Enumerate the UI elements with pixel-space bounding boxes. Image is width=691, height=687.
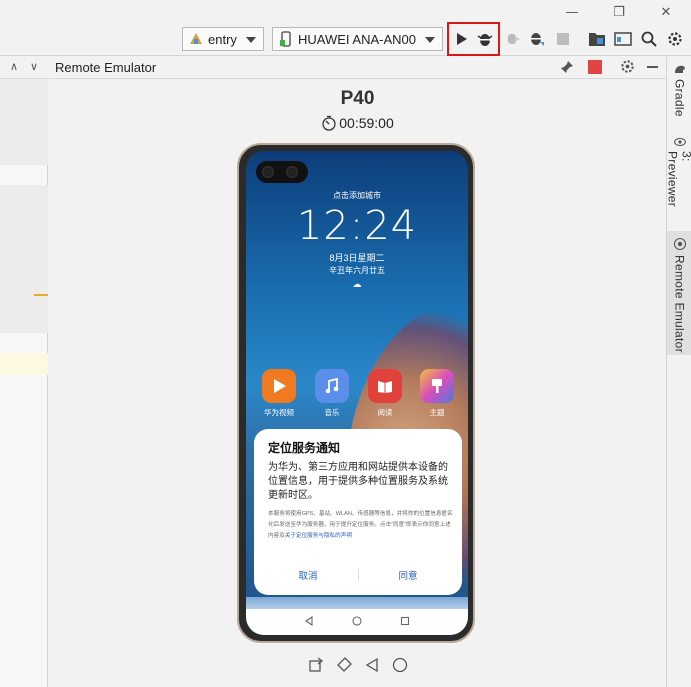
timer-value: 00:59:00 — [339, 115, 394, 131]
agree-button[interactable]: 同意 — [358, 568, 458, 582]
eye-icon — [673, 137, 686, 147]
chevron-down-icon — [425, 37, 435, 43]
tab-remote-emulator[interactable]: Remote Emulator — [667, 231, 691, 355]
highlighted-line — [0, 353, 48, 375]
remote-emulator-icon — [673, 237, 686, 251]
profile-button[interactable] — [526, 28, 548, 50]
device-selector-label: HUAWEI ANA-AN00 — [298, 31, 416, 47]
back-icon[interactable] — [364, 657, 380, 673]
location-service-dialog: 定位服务通知 为华为、第三方应用和网站提供本设备的位置信息，用于提供多种位置服务… — [254, 429, 462, 595]
chevron-down-icon[interactable]: ∨ — [30, 60, 38, 73]
timer-icon — [322, 115, 336, 131]
editor-block — [0, 79, 48, 165]
panel-title: Remote Emulator — [55, 60, 157, 75]
tab-previewer[interactable]: 3: Previewer — [665, 137, 691, 221]
settings-icon — [668, 32, 682, 46]
rotate-icon[interactable] — [308, 657, 324, 673]
module-selector-label: entry — [208, 31, 237, 47]
close-window-button[interactable]: ✕ — [646, 0, 686, 24]
eraser-icon[interactable] — [336, 657, 352, 673]
app-huawei-video[interactable] — [262, 369, 296, 403]
nav-recents-icon[interactable] — [400, 616, 410, 629]
device-selector[interactable]: HUAWEI ANA-AN00 — [272, 27, 443, 51]
project-structure-button[interactable] — [586, 28, 608, 50]
left-panel-header: ∧ ∨ — [0, 57, 48, 79]
session-timer: 00:59:00 — [49, 115, 666, 131]
app-label: 华为视频 — [264, 408, 294, 417]
emulator-controls — [49, 655, 666, 675]
dialog-body: 为华为、第三方应用和网站提供本设备的位置信息，用于提供多种位置服务及系统更新时区… — [268, 462, 448, 501]
music-icon — [325, 377, 339, 394]
module-selector[interactable]: entry — [182, 27, 264, 51]
chevron-down-icon — [246, 37, 256, 43]
emulator-screen[interactable]: 点击添加城市 12:24 8月3日星期二 辛丑年六月廿五 ☁ 华为视频 音乐 阅… — [246, 151, 468, 635]
lock-hint[interactable]: 点击添加城市 — [246, 190, 468, 201]
nav-back-icon[interactable] — [304, 615, 314, 629]
phone-icon — [280, 31, 291, 47]
lock-date: 8月3日星期二 — [329, 253, 385, 263]
ide-window: — ❐ ✕ entry HUAWEI ANA-AN00 ∧ ∨ Remote E… — [0, 0, 691, 687]
app-themes[interactable] — [420, 369, 454, 403]
app-reading[interactable] — [368, 369, 402, 403]
book-icon — [378, 381, 392, 393]
home-icon[interactable] — [392, 657, 408, 673]
front-camera — [256, 161, 308, 183]
tab-gradle-label: Gradle — [672, 79, 687, 117]
restore-button[interactable]: ❐ — [599, 0, 639, 24]
stop-button[interactable] — [552, 28, 574, 50]
gradle-icon — [674, 65, 685, 73]
editor-side-panel: ∧ ∨ — [0, 57, 48, 687]
marker-line — [34, 294, 48, 296]
lock-time: 12:24 — [296, 203, 418, 249]
emulator-phone: 点击添加城市 12:24 8月3日星期二 辛丑年六月廿五 ☁ 华为视频 音乐 阅… — [237, 143, 475, 643]
stop-icon — [557, 33, 569, 45]
privacy-statement-link[interactable]: 关于定位服务与隐私的声明 — [285, 533, 352, 539]
tab-remote-emulator-label: Remote Emulator — [672, 255, 687, 353]
module-icon — [190, 33, 202, 44]
minimize-button[interactable]: — — [552, 0, 592, 24]
pin-icon[interactable] — [560, 60, 574, 79]
app-label: 音乐 — [324, 408, 340, 417]
app-label: 主题 — [429, 408, 445, 417]
weather-icon: ☁ — [352, 279, 362, 289]
gear-icon[interactable] — [620, 59, 635, 79]
panel-header: Remote Emulator — [49, 57, 666, 79]
run-debug-highlight — [447, 22, 500, 56]
phone-navigation-bar — [246, 609, 468, 635]
title-bar: — ❐ ✕ — [0, 0, 691, 24]
sdk-manager-button[interactable] — [612, 28, 634, 50]
profile-icon — [530, 33, 544, 46]
app-music[interactable] — [315, 369, 349, 403]
minimize-panel-button[interactable] — [647, 66, 658, 68]
play-icon — [274, 379, 286, 393]
editor-block — [0, 185, 48, 333]
sdk-manager-icon — [614, 32, 632, 46]
stop-emulator-button[interactable] — [588, 60, 602, 74]
dock-strip — [246, 597, 468, 609]
search-button[interactable] — [638, 28, 660, 50]
brush-icon — [432, 379, 442, 393]
device-name: P40 — [340, 88, 375, 109]
tab-previewer-label: 3: Previewer — [665, 150, 691, 208]
lock-lunar-date: 辛丑年六月廿五 — [329, 266, 385, 275]
main-toolbar: entry HUAWEI ANA-AN00 — [0, 24, 691, 56]
attach-debugger-button[interactable] — [502, 28, 524, 50]
dialog-title: 定位服务通知 — [268, 441, 341, 455]
cancel-button[interactable]: 取消 — [258, 568, 358, 582]
search-icon — [641, 31, 657, 47]
dialog-fine-print: 本服务将使用GPS、基站、WLAN、传感器等信息，并将你的位置信息匿名化后发送至… — [268, 509, 454, 542]
tab-gradle[interactable]: Gradle — [667, 63, 691, 127]
right-tool-window-bar: Gradle 3: Previewer Remote Emulator — [666, 57, 691, 687]
app-label: 阅读 — [377, 408, 393, 417]
nav-home-icon[interactable] — [352, 615, 362, 629]
settings-button[interactable] — [664, 28, 686, 50]
attach-debugger-icon — [508, 34, 520, 44]
chevron-up-icon[interactable]: ∧ — [10, 60, 18, 73]
project-structure-icon — [589, 33, 605, 46]
